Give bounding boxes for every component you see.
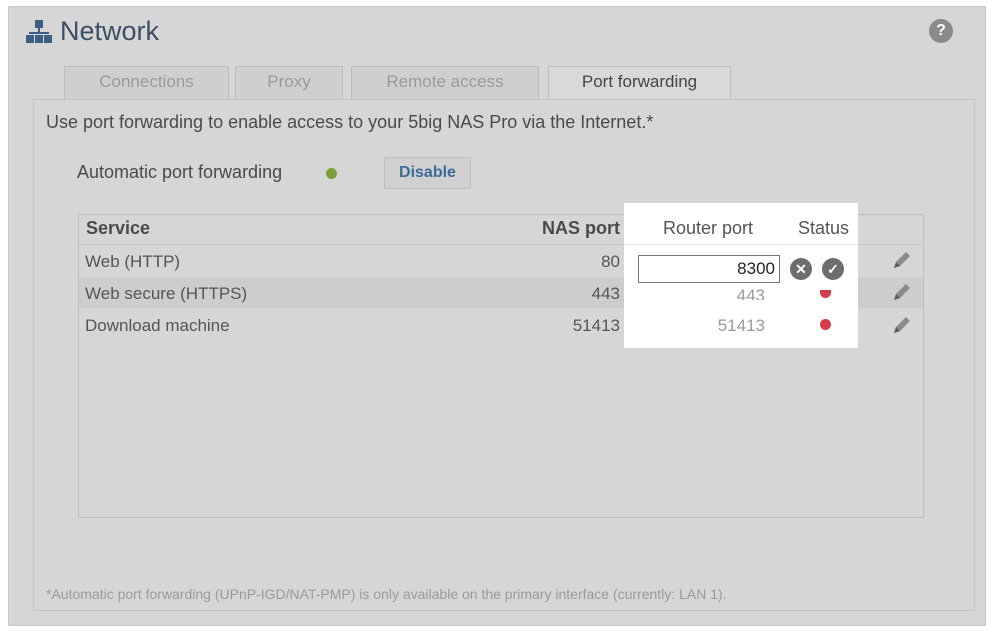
tab-proxy[interactable]: Proxy bbox=[235, 66, 343, 100]
row-2-nas-port: 443 bbox=[591, 284, 620, 303]
column-header-status: Status bbox=[798, 218, 850, 238]
column-header-service: Service bbox=[86, 218, 151, 238]
edit-row-3-icon[interactable] bbox=[891, 314, 913, 336]
row-3-status-dot bbox=[820, 319, 831, 330]
disable-button[interactable]: Disable bbox=[384, 157, 471, 189]
cancel-edit-icon[interactable]: ✕ bbox=[790, 258, 812, 280]
footnote: *Automatic port forwarding (UPnP-IGD/NAT… bbox=[46, 586, 727, 602]
intro-text: Use port forwarding to enable access to … bbox=[46, 112, 654, 132]
tab-remote-access[interactable]: Remote access bbox=[351, 66, 539, 100]
edit-row-2-icon[interactable] bbox=[891, 281, 913, 303]
row-3-service: Download machine bbox=[85, 316, 230, 335]
page-title: Network bbox=[60, 15, 160, 46]
router-port-input[interactable] bbox=[638, 255, 780, 283]
network-icon bbox=[26, 18, 52, 44]
title-bar: Network bbox=[26, 14, 159, 48]
row-3-nas-port: 51413 bbox=[572, 316, 620, 335]
column-header-router-port: Router port bbox=[663, 218, 754, 238]
auto-forwarding-status-dot bbox=[326, 168, 337, 179]
tab-connections[interactable]: Connections bbox=[64, 66, 229, 100]
edit-row-1-icon[interactable] bbox=[891, 249, 913, 271]
confirm-edit-icon[interactable]: ✓ bbox=[822, 258, 844, 280]
tab-port-forwarding[interactable]: Port forwarding bbox=[548, 66, 731, 101]
column-header-nas-port: NAS port bbox=[542, 218, 620, 238]
auto-forwarding-label: Automatic port forwarding bbox=[77, 162, 283, 182]
row-1-service: Web (HTTP) bbox=[85, 252, 181, 271]
help-icon[interactable]: ? bbox=[929, 19, 953, 43]
row-3-router-port: 51413 bbox=[717, 316, 765, 335]
row-2-service: Web secure (HTTPS) bbox=[85, 284, 248, 303]
row-1-nas-port: 80 bbox=[601, 252, 620, 271]
callout-header-divider bbox=[624, 244, 858, 245]
row-2-router-port: 443 bbox=[736, 286, 765, 300]
